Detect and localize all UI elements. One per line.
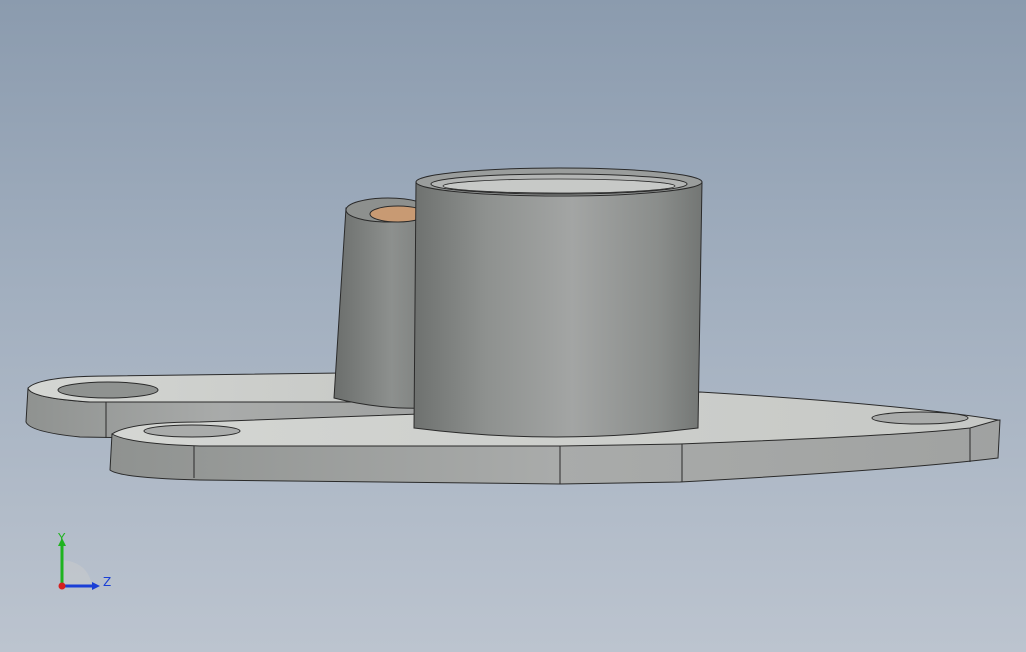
x-axis-dot	[58, 582, 66, 590]
coordinate-triad: Y Z	[48, 530, 118, 600]
3d-model[interactable]	[0, 0, 1026, 652]
triad-icon: Y Z	[57, 531, 111, 590]
graphics-viewport[interactable]: Y Z	[0, 0, 1026, 652]
z-axis-label: Z	[103, 575, 111, 589]
front-cylinder	[413, 167, 703, 438]
y-axis-label: Y	[57, 531, 66, 545]
